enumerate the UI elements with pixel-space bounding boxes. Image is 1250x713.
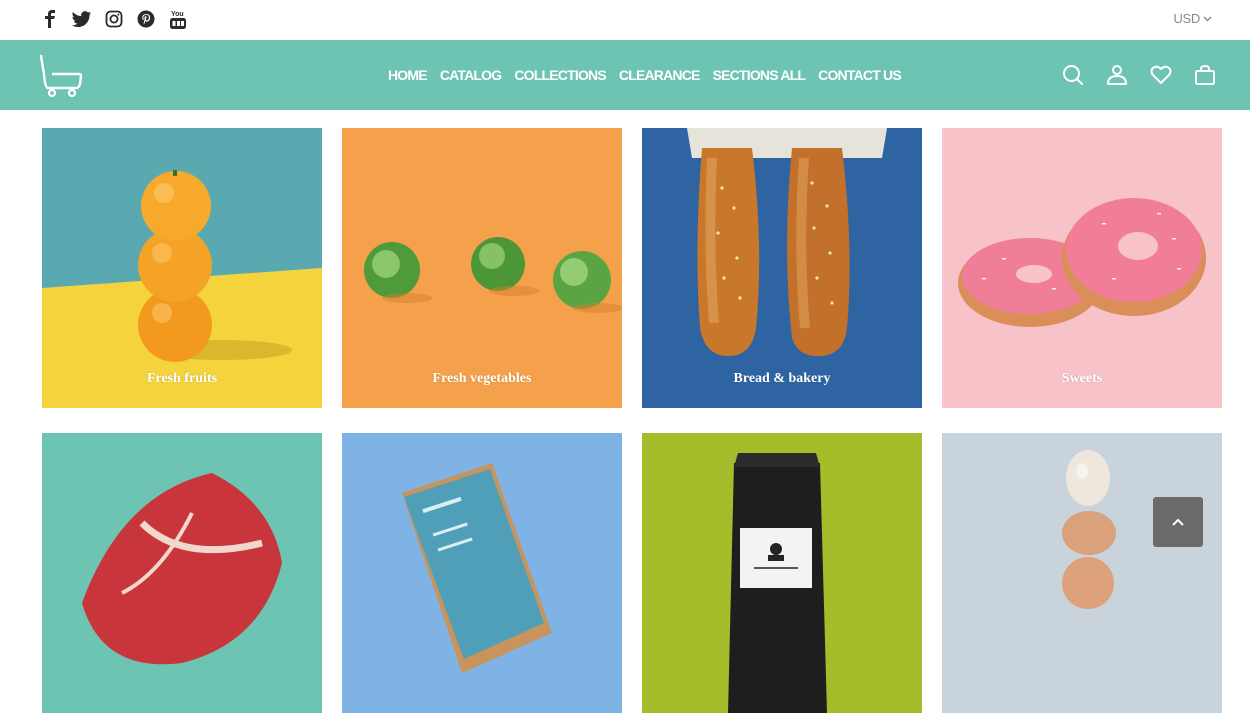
- category-tile-eggs[interactable]: [942, 433, 1222, 713]
- fresh-fruits-image: [42, 128, 322, 408]
- pinterest-icon[interactable]: [136, 8, 156, 30]
- svg-text:You: You: [171, 11, 184, 18]
- store-logo[interactable]: [38, 54, 84, 98]
- category-label: Fresh fruits: [146, 371, 218, 386]
- fresh-vegetables-image: [342, 128, 622, 408]
- twitter-icon[interactable]: [72, 8, 92, 30]
- nav-clearance[interactable]: CLEARANCE: [619, 67, 701, 83]
- search-icon[interactable]: [1062, 64, 1084, 86]
- category-label: Fresh vegetables: [432, 371, 532, 386]
- sweets-image: [942, 128, 1222, 408]
- nav-home[interactable]: HOME: [388, 67, 428, 83]
- account-icon[interactable]: [1106, 64, 1128, 86]
- category-label: Sweets: [1061, 371, 1103, 386]
- instagram-icon[interactable]: [104, 8, 124, 30]
- currency-label: USD: [1173, 11, 1200, 26]
- category-tile-packaged[interactable]: [342, 433, 622, 713]
- chevron-up-icon: [1172, 518, 1184, 526]
- main-menu: HOME CATALOG COLLECTIONS CLEARANCE SECTI…: [388, 67, 902, 83]
- chevron-down-icon: [1203, 16, 1212, 21]
- nav-collections[interactable]: COLLECTIONS: [514, 67, 606, 83]
- eggs-image: [942, 433, 1222, 713]
- category-tile-fresh-vegetables[interactable]: Fresh vegetables: [342, 128, 622, 408]
- currency-selector[interactable]: USD: [1173, 11, 1212, 26]
- facebook-icon[interactable]: [40, 8, 60, 30]
- social-links: You: [40, 8, 188, 30]
- wishlist-icon[interactable]: [1150, 64, 1172, 86]
- cart-icon[interactable]: [1194, 64, 1216, 86]
- top-bar: You USD: [0, 0, 1250, 40]
- category-tile-coffee[interactable]: [642, 433, 922, 713]
- scroll-to-top-button[interactable]: [1153, 497, 1203, 547]
- header-actions: [1062, 64, 1216, 86]
- category-label: Bread & bakery: [733, 371, 831, 386]
- category-tile-meat[interactable]: [42, 433, 322, 713]
- category-tile-bread-bakery[interactable]: Bread & bakery: [642, 128, 922, 408]
- meat-image: [42, 433, 322, 713]
- cart-logo-icon: [39, 54, 83, 98]
- packaged-box-image: [342, 433, 622, 713]
- bread-bakery-image: [642, 128, 922, 408]
- nav-contact-us[interactable]: CONTACT US: [818, 67, 902, 83]
- nav-catalog[interactable]: CATALOG: [440, 67, 502, 83]
- nav-sections-all[interactable]: SECTIONS ALL: [713, 67, 806, 83]
- youtube-icon[interactable]: You: [168, 8, 188, 30]
- category-tile-sweets[interactable]: Sweets: [942, 128, 1222, 408]
- category-tile-fresh-fruits[interactable]: Fresh fruits: [42, 128, 322, 408]
- coffee-bag-image: [642, 433, 922, 713]
- main-navbar: HOME CATALOG COLLECTIONS CLEARANCE SECTI…: [0, 40, 1250, 110]
